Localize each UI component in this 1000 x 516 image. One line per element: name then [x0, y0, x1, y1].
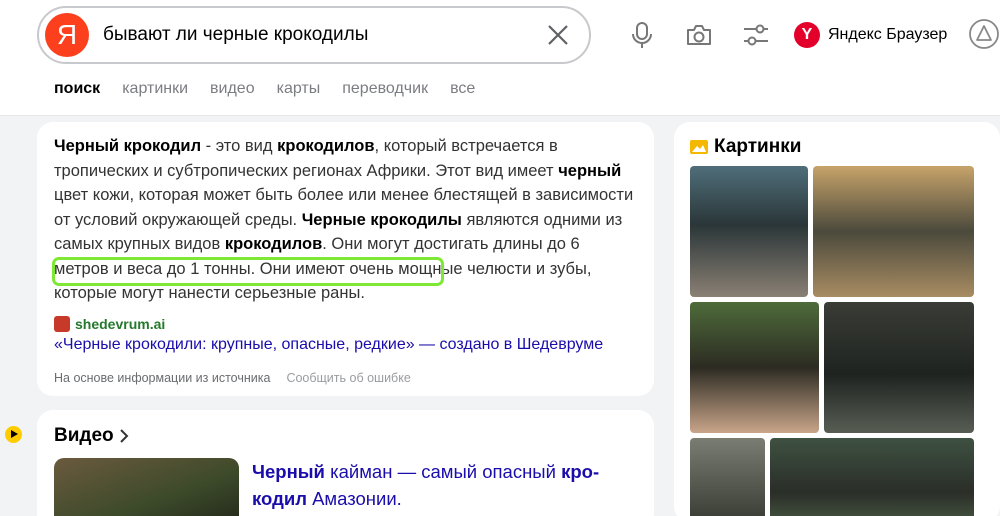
yandex-browser-link[interactable]: Y Яндекс Браузер	[794, 20, 947, 50]
alice-icon[interactable]	[968, 18, 1000, 50]
answer-term: Черный крокодил	[54, 137, 202, 155]
answer-term: крокодилов	[277, 137, 375, 155]
search-tabs: поиск картинки видео карты переводчик вс…	[54, 80, 497, 98]
search-box[interactable]: Я бывают ли черные крокодилы	[37, 6, 591, 64]
tab-search[interactable]: поиск	[54, 80, 100, 98]
source-title-link[interactable]: «Черные крокодили: крупные, опасные, ред…	[54, 336, 603, 354]
video-heading: Видео	[54, 425, 114, 446]
image-thumbnail[interactable]	[824, 302, 974, 433]
footer-note: На основе информации из источника	[54, 371, 271, 385]
tab-translate[interactable]: переводчик	[342, 80, 428, 98]
quick-answer-card: Черный крокодил - это вид крокодилов, ко…	[37, 122, 654, 396]
images-heading-link[interactable]: Картинки	[690, 136, 801, 158]
microphone-icon[interactable]	[627, 20, 657, 50]
source-link[interactable]: shedevrum.ai	[54, 316, 165, 332]
filters-icon[interactable]	[741, 20, 771, 50]
shedevrum-favicon-icon	[54, 316, 70, 332]
yandex-browser-label: Яндекс Браузер	[828, 26, 948, 43]
highlight-box	[52, 257, 444, 286]
picture-icon	[690, 140, 708, 154]
yandex-browser-icon: Y	[794, 22, 820, 48]
play-marker-icon	[5, 426, 22, 443]
clear-icon[interactable]	[544, 21, 572, 49]
answer-footer: На основе информации из источника Сообщит…	[54, 371, 411, 385]
search-input[interactable]: бывают ли черные крокодилы	[103, 24, 368, 46]
video-card: Видео Черный кайман — самый опасный кро-…	[37, 410, 654, 516]
video-title-text: кайман — самый опасный	[324, 461, 562, 482]
answer-term: Черные крокодилы	[301, 210, 462, 229]
chevron-right-icon	[119, 429, 129, 443]
source-name[interactable]: shedevrum.ai	[75, 316, 165, 332]
video-heading-link[interactable]: Видео	[54, 425, 130, 447]
tab-video[interactable]: видео	[210, 80, 255, 98]
top-bar: Я бывают ли черные крокодилы Y Яндекс Бр…	[0, 0, 1000, 116]
video-title-link[interactable]: Черный кайман — самый опасный кро- кодил…	[252, 458, 632, 512]
tab-images[interactable]: картинки	[122, 80, 188, 98]
answer-term: черный	[558, 161, 622, 180]
camera-search-icon[interactable]	[684, 20, 714, 50]
answer-term: крокодилов	[224, 235, 323, 253]
video-title-text: Амазонии.	[306, 488, 402, 509]
image-thumbnail[interactable]	[690, 302, 819, 433]
image-thumbnail[interactable]	[690, 166, 808, 297]
video-thumbnail[interactable]	[54, 458, 239, 516]
images-card: Картинки	[674, 122, 1000, 516]
image-thumbnail[interactable]	[690, 438, 765, 516]
video-title-term: Черный	[252, 461, 325, 482]
images-heading: Картинки	[714, 136, 802, 157]
tab-maps[interactable]: карты	[277, 80, 321, 98]
answer-text-part: - это вид	[201, 137, 278, 155]
image-thumbnail[interactable]	[813, 166, 974, 297]
yandex-logo[interactable]: Я	[45, 13, 89, 57]
report-error-link[interactable]: Сообщить об ошибке	[286, 371, 410, 385]
image-thumbnail[interactable]	[770, 438, 974, 516]
tab-all[interactable]: все	[450, 80, 475, 98]
